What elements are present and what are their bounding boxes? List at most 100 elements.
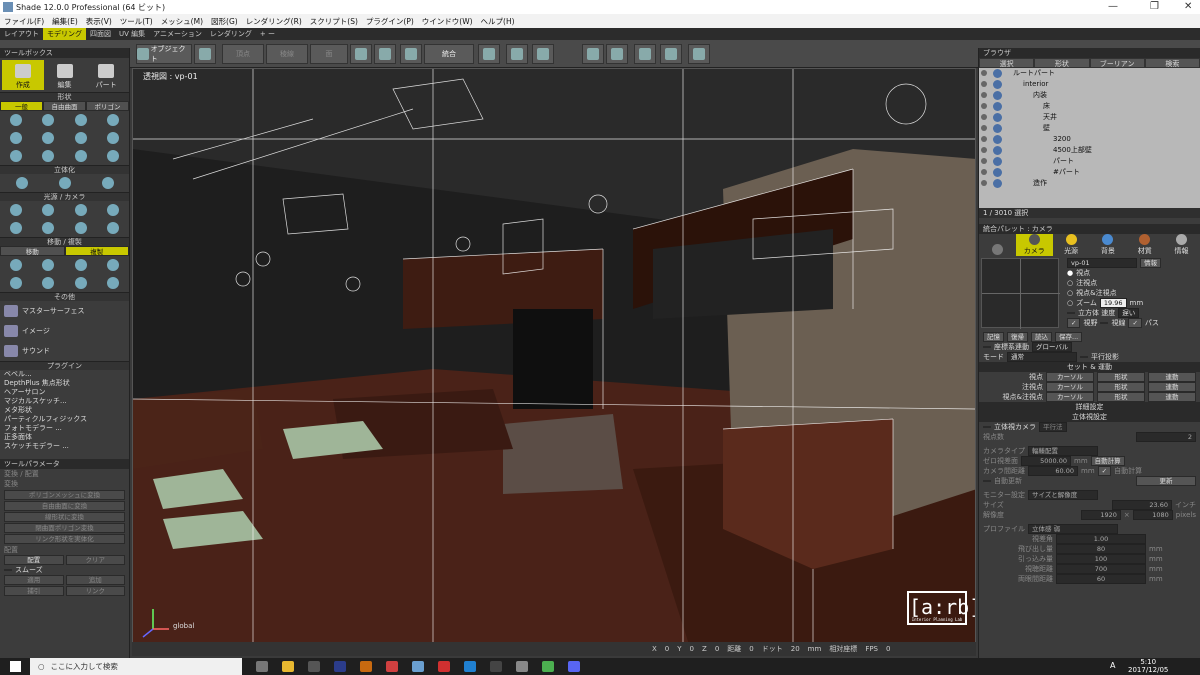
rectangle-icon[interactable] [74, 114, 87, 126]
tab-uv-edit[interactable]: UV 編集 [115, 28, 149, 40]
link-row-button[interactable]: 形状 [1097, 372, 1145, 382]
grid-button[interactable] [660, 44, 682, 64]
menu-file[interactable]: ファイル(F) [4, 16, 44, 27]
tab-polygon[interactable]: ポリゴン [86, 101, 129, 111]
capture-button[interactable]: 捕引 [4, 586, 64, 596]
stereo-header[interactable]: 立体視設定 [979, 412, 1200, 422]
convert-closed-poly-button[interactable]: 閉曲面ポリゴン変換 [4, 523, 125, 533]
link-button[interactable]: リンク [65, 586, 125, 596]
save-button[interactable]: 保存... [1055, 332, 1083, 342]
menu-window[interactable]: ウインドウ(W) [422, 16, 473, 27]
box-icon[interactable] [10, 132, 23, 144]
tree-row[interactable]: 3200 [979, 134, 1200, 145]
light-icon[interactable] [10, 222, 23, 234]
profile-field[interactable]: 1.00 [1056, 534, 1146, 544]
menu-tool[interactable]: ツール(T) [120, 16, 153, 27]
zoom-field[interactable]: 19.96 [1099, 298, 1127, 308]
tree-row[interactable]: #パート [979, 167, 1200, 178]
tab-layout[interactable]: レイアウト [0, 28, 43, 40]
perspective-viewport[interactable]: 透視図 : vp-01 global [a:rb] Interior Planni… [132, 68, 976, 656]
browser-tab-select[interactable]: 選択 [979, 58, 1035, 68]
extrude-icon[interactable] [15, 177, 28, 189]
lamp-icon[interactable] [42, 222, 55, 234]
plugin-item[interactable]: フォトモデラー ... [0, 424, 129, 433]
convert-line-button[interactable]: 線形状に変換 [4, 512, 125, 522]
menu-mesh[interactable]: メッシュ(M) [161, 16, 203, 27]
tab-four-view[interactable]: 四面図 [86, 28, 115, 40]
vertex-mode-button[interactable]: 頂点 [222, 44, 264, 64]
speed-select[interactable]: 遅い [1118, 308, 1140, 318]
illustrator-icon[interactable] [360, 661, 372, 672]
profile-field[interactable]: 100 [1056, 554, 1146, 564]
tab-move[interactable]: 移動 [0, 246, 65, 256]
plugin-item[interactable]: メタ形状 [0, 406, 129, 415]
ime-indicator[interactable]: A [1110, 661, 1115, 670]
visibility-icon[interactable] [981, 180, 987, 186]
link-row-button[interactable]: 形状 [1097, 392, 1145, 402]
menu-shape[interactable]: 図形(G) [211, 16, 238, 27]
edit-tool[interactable]: 編集 [44, 60, 86, 90]
explorer-icon[interactable] [282, 661, 294, 672]
arealight-icon[interactable] [106, 204, 119, 216]
lock-icon[interactable] [993, 102, 1002, 111]
circle-icon[interactable] [106, 114, 119, 126]
menu-plugin[interactable]: プラグイン(P) [366, 16, 414, 27]
link-row-button[interactable]: カーソル [1046, 372, 1094, 382]
radio-viewpoint[interactable]: ● 視点 [1063, 268, 1198, 278]
camera-preview[interactable] [981, 258, 1060, 329]
sun-icon[interactable] [10, 204, 23, 216]
radio-both[interactable]: ○ 視点&注視点 [1063, 288, 1198, 298]
browser-tab-search[interactable]: 検索 [1144, 58, 1200, 68]
create-tool[interactable]: 作成 [2, 60, 44, 90]
array-icon[interactable] [106, 259, 119, 271]
plugin-item[interactable]: マジカルスケッチ... [0, 397, 129, 406]
lock-icon[interactable] [993, 135, 1002, 144]
visibility-icon[interactable] [981, 92, 987, 98]
tab-free-surface[interactable]: 自由曲面 [43, 101, 86, 111]
master-surface-item[interactable]: マスターサーフェス [0, 301, 129, 321]
combine-button[interactable]: 統合 [424, 44, 474, 64]
convert-polymesh-button[interactable]: ポリゴンメッシュに変換 [4, 490, 125, 500]
app-dark-icon[interactable] [490, 661, 502, 672]
tab-modeling[interactable]: モデリング [43, 28, 86, 40]
scale-icon[interactable] [74, 259, 87, 271]
tool-button[interactable] [478, 44, 500, 64]
apply-button[interactable]: 適用 [4, 575, 64, 585]
visibility-icon[interactable] [981, 136, 987, 142]
link-row-button[interactable]: 連動 [1148, 372, 1196, 382]
center-button[interactable] [532, 44, 554, 64]
link-row-button[interactable]: 形状 [1097, 382, 1145, 392]
camera-snap-button[interactable] [194, 44, 216, 64]
ie-icon[interactable] [464, 661, 476, 672]
capsule-icon[interactable] [74, 150, 87, 162]
visibility-icon[interactable] [981, 125, 987, 131]
detail-header[interactable]: 詳細設定 [979, 402, 1200, 412]
tree-row[interactable]: 4500上部壁 [979, 145, 1200, 156]
clear-button[interactable]: クリア [65, 555, 125, 565]
camera-select[interactable]: vp-01 [1067, 258, 1137, 268]
line-icon[interactable] [10, 114, 23, 126]
pipe-icon[interactable] [106, 150, 119, 162]
profile-field[interactable]: 80 [1056, 544, 1146, 554]
render-button[interactable] [688, 44, 710, 64]
revolve-icon[interactable] [58, 177, 71, 189]
menu-render[interactable]: レンダリング(R) [246, 16, 302, 27]
link-row-button[interactable]: 連動 [1148, 382, 1196, 392]
cone-icon[interactable] [74, 132, 87, 144]
tab-general[interactable]: 一般 [0, 101, 43, 111]
plugin-item[interactable]: DepthPlus 焦点形状 [0, 379, 129, 388]
chrome-icon[interactable] [542, 661, 554, 672]
memory-button[interactable]: 記憶 [983, 332, 1004, 342]
clock[interactable]: 5:10 2017/12/05 [1128, 658, 1168, 674]
photoshop-icon[interactable] [334, 661, 346, 672]
offset-icon[interactable] [42, 277, 55, 289]
visibility-icon[interactable] [981, 81, 987, 87]
layout-button[interactable] [634, 44, 656, 64]
link-row-button[interactable]: 連動 [1148, 392, 1196, 402]
taskbar-search[interactable]: ○ ここに入力して検索 [30, 658, 242, 675]
menu-help[interactable]: ヘルプ(H) [481, 16, 515, 27]
tree-row[interactable]: interior [979, 79, 1200, 90]
visibility-icon[interactable] [981, 114, 987, 120]
palette-tab-info[interactable]: 情報 [1163, 234, 1200, 256]
wedge-icon[interactable] [106, 132, 119, 144]
